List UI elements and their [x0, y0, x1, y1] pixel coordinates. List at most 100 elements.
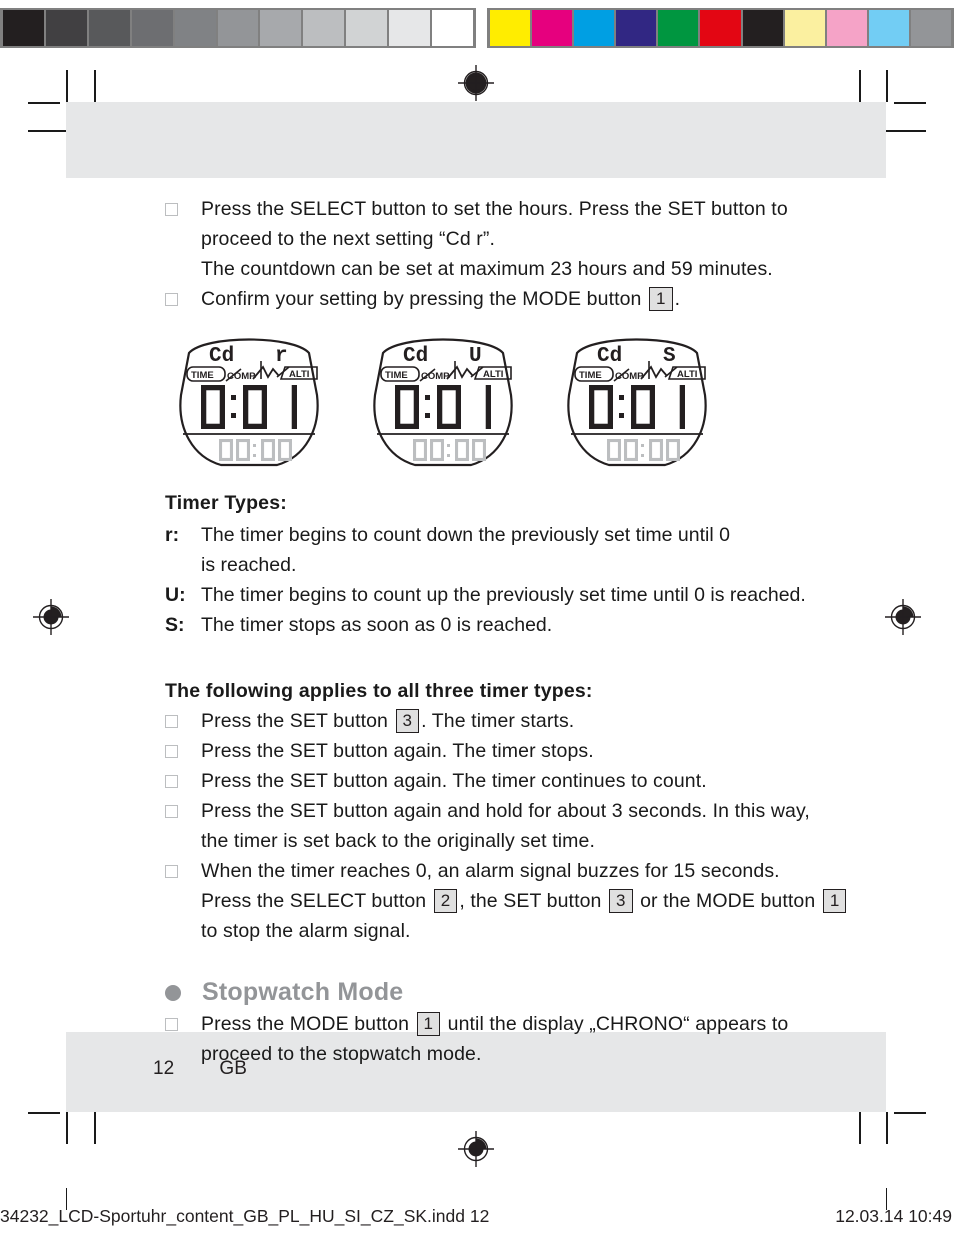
- instruction-item: Press the SET button again and hold for …: [66, 796, 886, 856]
- instruction-item: Press the SET button again. The timer st…: [66, 736, 886, 766]
- color-swatch-5: [700, 10, 741, 46]
- timer-type-s: S: The timer stops as soon as 0 is reach…: [165, 610, 886, 640]
- square-bullet-icon: [165, 745, 178, 758]
- crop-mark-tl-h: [28, 102, 60, 104]
- gray-swatch-3: [131, 10, 173, 46]
- instruction-text: Confirm your setting by pressing the MOD…: [201, 287, 681, 311]
- gray-swatch-1: [45, 10, 87, 46]
- timer-type-key: r:: [165, 524, 180, 546]
- instruction-item: Press the SELECT button to set the hours…: [66, 194, 886, 284]
- square-bullet-icon: [165, 775, 178, 788]
- crop-mark-br-v2: [886, 1112, 888, 1144]
- mode-button-chip[interactable]: 1: [649, 287, 673, 311]
- instruction-item: Press the SET button again. The timer co…: [66, 766, 886, 796]
- color-swatch-3: [616, 10, 657, 46]
- svg-text:TIME: TIME: [385, 370, 408, 381]
- svg-text:TIME: TIME: [191, 370, 214, 381]
- instruction-text: Press the SET button again. The timer st…: [201, 740, 594, 762]
- set-button-chip[interactable]: 3: [395, 709, 420, 733]
- instruction-text: Press the SET button again and hold for …: [201, 800, 810, 852]
- page-number: 12: [153, 1058, 175, 1079]
- timer-type-u: U: The timer begins to count up the prev…: [165, 580, 886, 610]
- crop-mark-tr-v2: [886, 70, 888, 102]
- print-slug-filename: 34232_LCD-Sportuhr_content_GB_PL_HU_SI_C…: [0, 1206, 490, 1226]
- color-swatch-7: [784, 10, 825, 46]
- registration-mark-bottom: [457, 1130, 495, 1168]
- all-timer-types-heading: The following applies to all three timer…: [165, 680, 593, 702]
- crop-mark-br-h: [894, 1112, 926, 1114]
- fig-cd-u: Cd U TIME COMP. ALTI: [359, 331, 527, 471]
- lcd-figure-row: Cd r TIME COMP. ALTI Cd U TIME COMP. ALTI Cd S TIME C…: [165, 331, 886, 471]
- svg-text:ALTI: ALTI: [483, 369, 503, 380]
- gray-swatch-7: [303, 10, 345, 46]
- svg-text:Cd: Cd: [597, 345, 622, 368]
- svg-text:Cd: Cd: [403, 345, 428, 368]
- page-header-band: [66, 102, 886, 178]
- svg-text:TIME: TIME: [579, 370, 602, 381]
- color-swatch-9: [868, 10, 909, 46]
- square-bullet-icon: [165, 293, 178, 306]
- color-calibration-bar: [487, 8, 954, 48]
- color-swatch-10: [910, 10, 952, 46]
- color-swatch-0: [490, 10, 531, 46]
- gray-swatch-4: [174, 10, 216, 46]
- crop-mark-tl-v: [94, 70, 96, 102]
- timer-type-desc: The timer stops as soon as 0 is reached.: [201, 614, 553, 636]
- svg-text:ALTI: ALTI: [289, 369, 309, 380]
- square-bullet-icon: [165, 715, 178, 728]
- instruction-item: Press the SET button 3. The timer starts…: [66, 706, 886, 736]
- timer-type-key: S:: [165, 614, 185, 636]
- timer-type-desc: The timer begins to count up the previou…: [201, 584, 806, 606]
- svg-text:.: .: [254, 370, 257, 380]
- color-swatch-6: [742, 10, 783, 46]
- grayscale-calibration-bar: [0, 8, 476, 48]
- select-button-chip[interactable]: 2: [433, 889, 458, 913]
- fig-cd-s: Cd S TIME COMP. ALTI: [553, 331, 721, 471]
- print-slug-timestamp: 12.03.14 10:49: [835, 1206, 952, 1226]
- crop-mark-tr-h: [894, 102, 926, 104]
- fig-cd-r: Cd r TIME COMP. ALTI: [165, 331, 333, 471]
- square-bullet-icon: [165, 865, 178, 878]
- set-button-chip[interactable]: 3: [609, 889, 633, 913]
- timer-types-heading: Timer Types:: [165, 492, 287, 514]
- instruction-item-alarm: When the timer reaches 0, an alarm signa…: [66, 856, 886, 946]
- timer-type-key: U:: [165, 584, 186, 606]
- color-swatch-2: [574, 10, 615, 46]
- registration-mark-right: [884, 598, 922, 636]
- gray-swatch-8: [346, 10, 388, 46]
- square-bullet-icon: [165, 805, 178, 818]
- svg-text:U: U: [469, 345, 482, 368]
- instruction-text: Press the SET button again. The timer co…: [201, 770, 707, 792]
- svg-text:.: .: [642, 370, 645, 380]
- page-content: Press the SELECT button to set the hours…: [66, 178, 886, 1069]
- crop-mark-tr-v: [859, 70, 861, 102]
- instruction-text: Press the SET button 3. The timer starts…: [201, 709, 575, 733]
- svg-text:r: r: [275, 345, 288, 368]
- color-swatch-4: [658, 10, 699, 46]
- instruction-text: When the timer reaches 0, an alarm signa…: [201, 856, 886, 946]
- color-swatch-1: [532, 10, 573, 46]
- gray-swatch-6: [260, 10, 302, 46]
- gray-swatch-10: [432, 10, 473, 46]
- instruction-text: Press the SELECT button to set the hours…: [201, 198, 788, 280]
- svg-text:.: .: [448, 370, 451, 380]
- crop-mark-bl-v: [94, 1112, 96, 1144]
- crop-mark-bl-h: [28, 1112, 60, 1114]
- svg-text:S: S: [663, 345, 676, 368]
- square-bullet-icon: [165, 203, 178, 216]
- section-bullet-dot-icon: [165, 984, 181, 1001]
- svg-text:Cd: Cd: [209, 345, 234, 368]
- mode-button-chip[interactable]: 1: [822, 889, 847, 913]
- stopwatch-mode-section-title: Stopwatch Mode: [165, 978, 886, 1007]
- crop-mark-bl-v2: [66, 1112, 68, 1144]
- page-folio: 12 GB: [66, 1058, 886, 1080]
- registration-mark-top: [457, 64, 495, 102]
- mode-button-chip[interactable]: 1: [416, 1012, 441, 1036]
- crop-mark-tl-v2: [66, 70, 68, 102]
- section-title-text: Stopwatch Mode: [202, 978, 404, 1006]
- square-bullet-icon: [165, 1018, 178, 1031]
- gray-swatch-0: [3, 10, 44, 46]
- gray-swatch-9: [389, 10, 431, 46]
- crop-mark-br-v: [859, 1112, 861, 1144]
- gray-swatch-2: [88, 10, 130, 46]
